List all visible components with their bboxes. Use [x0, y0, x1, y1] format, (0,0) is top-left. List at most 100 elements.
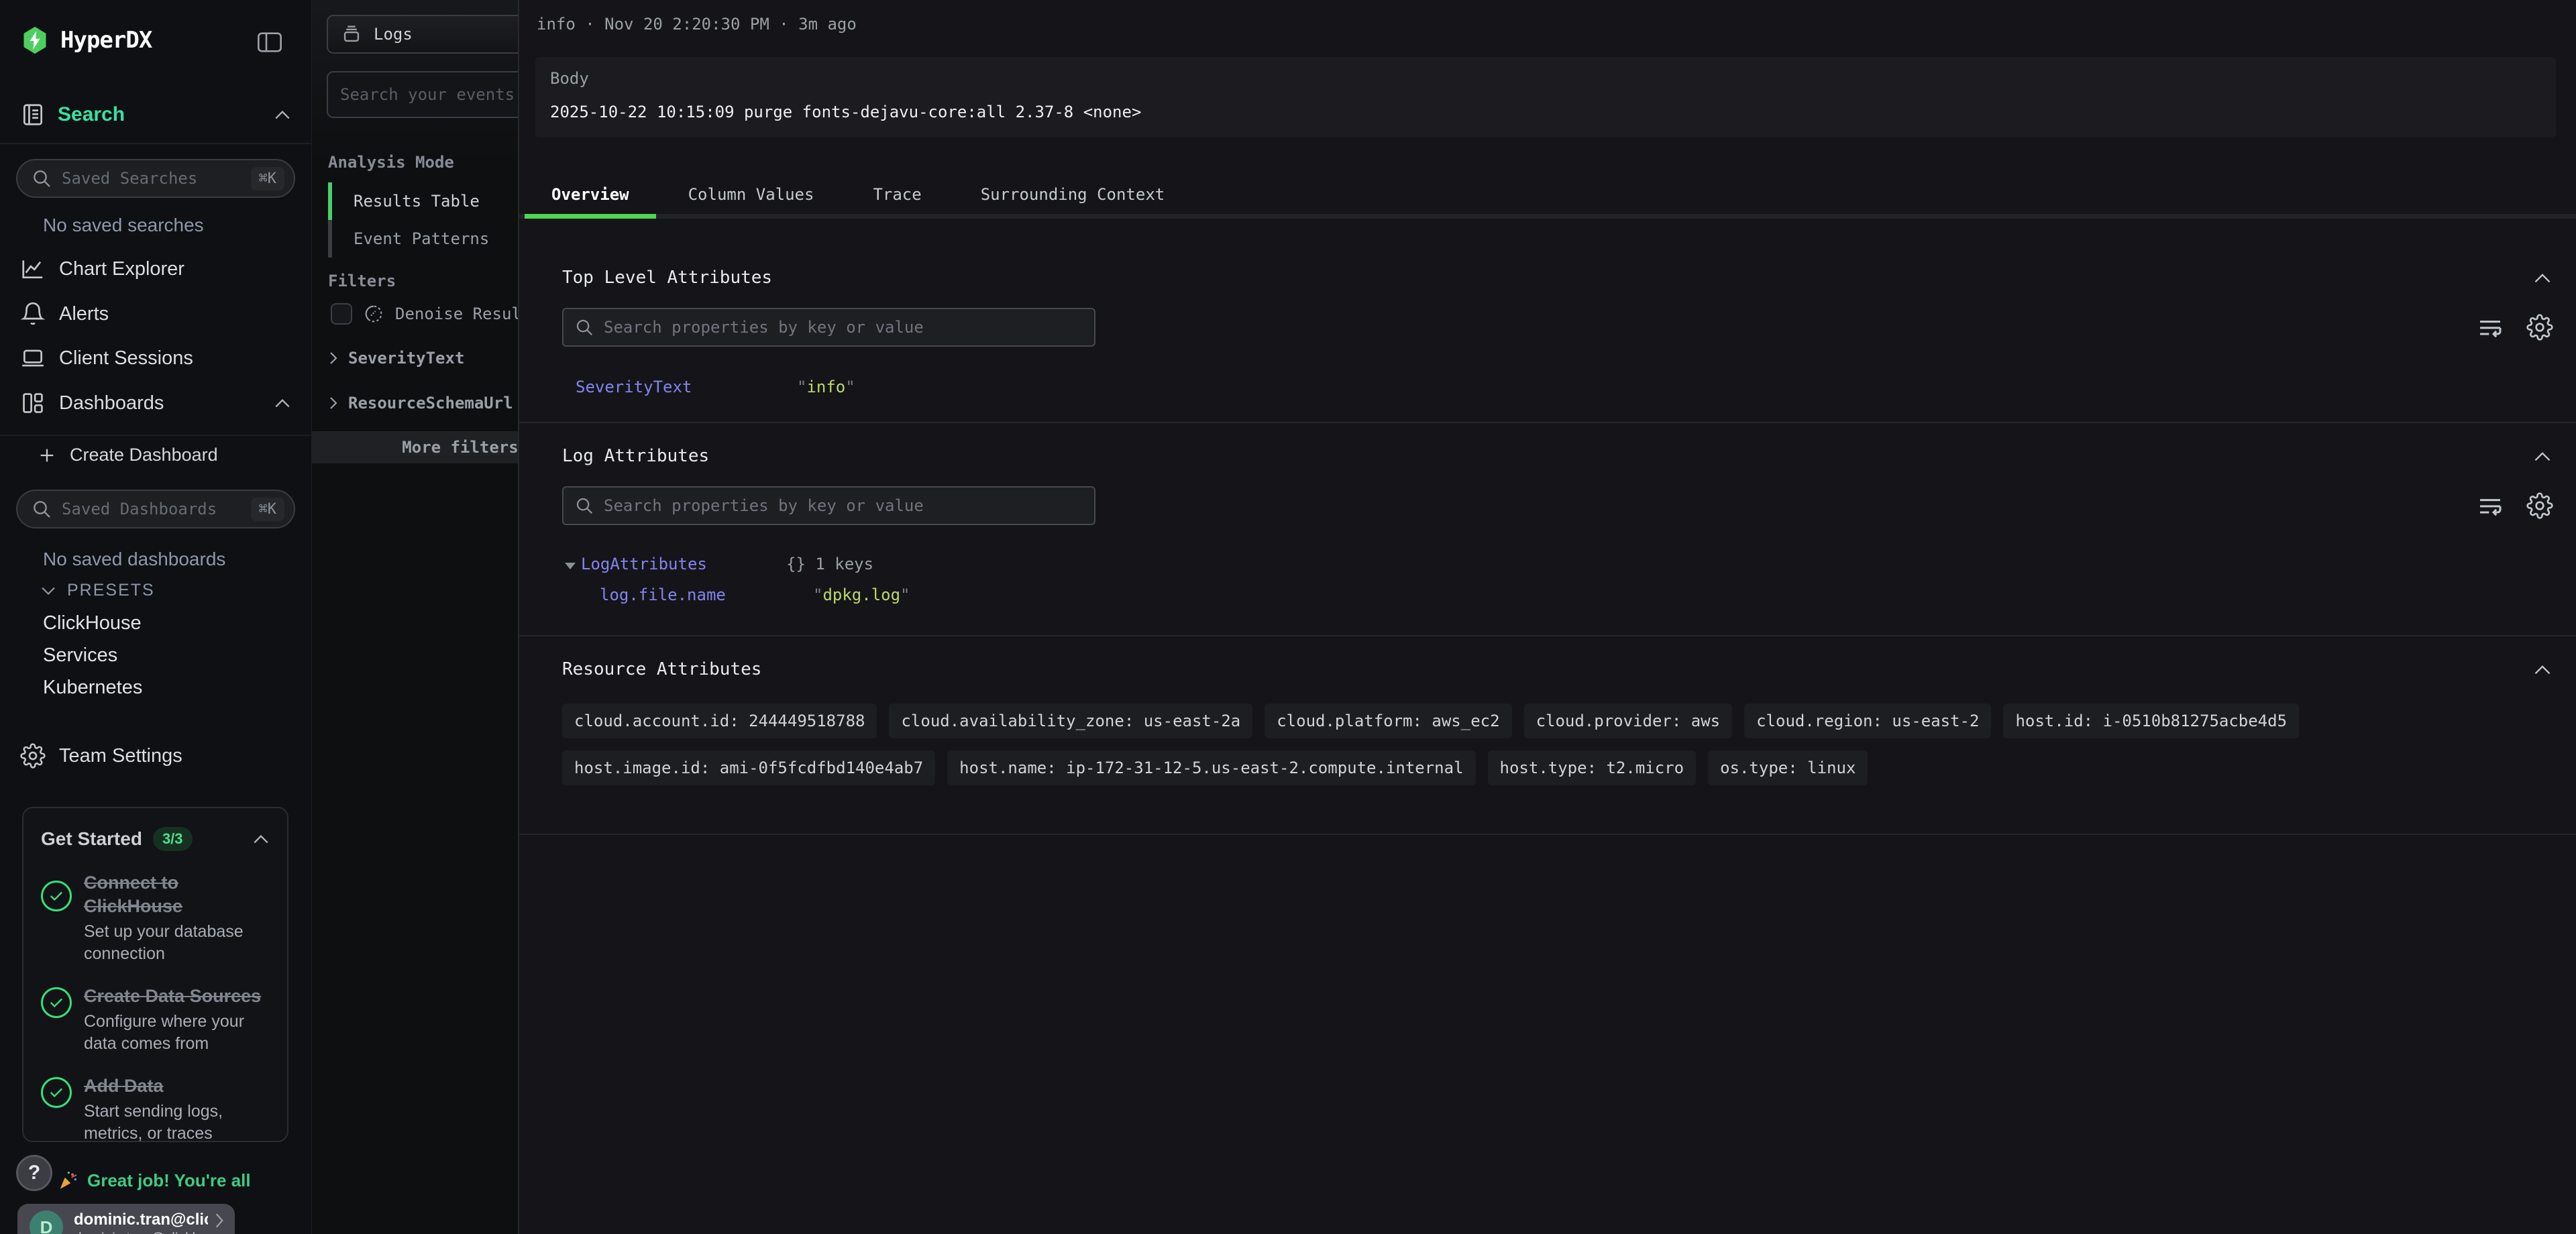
resource-pill[interactable]: cloud.provider: aws	[1524, 704, 1733, 738]
sidebar-item-alerts[interactable]: Alerts	[20, 298, 291, 329]
resource-pill[interactable]: host.type: t2.micro	[1488, 750, 1697, 785]
help-button[interactable]: ?	[16, 1155, 52, 1191]
get-started-step-add-data[interactable]: Add Data Start sending logs, metrics, or…	[41, 1074, 270, 1144]
user-menu[interactable]: D dominic.tran@clic... dominic.tran@clic…	[17, 1204, 235, 1234]
resource-pill[interactable]: cloud.platform: aws_ec2	[1265, 704, 1511, 738]
chevron-down-icon	[40, 585, 56, 596]
get-started-step-connect[interactable]: Connect to ClickHouse Set up your databa…	[41, 871, 270, 964]
sidebar-item-search[interactable]: Search	[20, 102, 291, 127]
attribute-value[interactable]: "info"	[797, 378, 855, 396]
resource-pill[interactable]: cloud.region: us-east-2	[1744, 704, 1991, 738]
divider	[0, 435, 311, 436]
attribute-row: SeverityText "info"	[576, 378, 2556, 396]
saved-dashboards-input[interactable]	[62, 500, 241, 518]
preset-kubernetes[interactable]: Kubernetes	[43, 677, 142, 699]
chevron-up-icon[interactable]	[274, 109, 291, 120]
filter-group-resourceschemaurl[interactable]: ResourceSchemaUrl	[328, 394, 513, 412]
journal-icon	[20, 102, 46, 127]
section-title: Log Attributes	[562, 446, 709, 466]
gear-icon[interactable]	[2524, 311, 2556, 343]
sidebar-item-chart-explorer[interactable]: Chart Explorer	[20, 254, 291, 284]
body-content: 2025-10-22 10:15:09 purge fonts-dejavu-c…	[550, 103, 2541, 121]
nav-label: Chart Explorer	[59, 258, 184, 280]
create-dashboard-button[interactable]: Create Dashboard	[38, 445, 218, 465]
step-desc: Start sending logs, metrics, or traces	[84, 1101, 270, 1144]
chevron-right-icon	[328, 350, 339, 366]
bell-icon	[20, 301, 46, 327]
resource-pill[interactable]: cloud.account.id: 244449518788	[562, 704, 877, 738]
attribute-key[interactable]: LogAttributes	[565, 555, 786, 573]
chevron-up-icon[interactable]	[274, 398, 291, 408]
resource-pill-list: cloud.account.id: 244449518788 cloud.ava…	[562, 704, 2556, 785]
tab-overview[interactable]: Overview	[525, 174, 656, 214]
wrap-lines-icon[interactable]	[2474, 490, 2506, 522]
search-icon	[574, 317, 594, 337]
app-logo[interactable]: HyperDX	[20, 25, 152, 55]
tab-surrounding-context[interactable]: Surrounding Context	[954, 174, 1192, 214]
resource-pill[interactable]: host.image.id: ami-0f5fcdfbd140e4ab7	[562, 750, 935, 785]
top-level-search-input[interactable]	[604, 318, 1083, 337]
resource-pill[interactable]: cloud.availability_zone: us-east-2a	[889, 704, 1252, 738]
log-attrs-search-box[interactable]	[562, 486, 1095, 525]
avatar: D	[30, 1211, 63, 1234]
top-level-search-box[interactable]	[562, 308, 1095, 347]
hyperdx-logo-icon	[20, 25, 50, 55]
log-attrs-search-input[interactable]	[604, 496, 1083, 515]
filter-group-severitytext[interactable]: SeverityText	[328, 349, 464, 368]
preset-clickhouse[interactable]: ClickHouse	[43, 612, 142, 634]
saved-searches-search[interactable]: ⌘K	[16, 159, 295, 198]
get-started-title: Get Started	[41, 828, 142, 850]
check-circle-icon	[41, 987, 72, 1018]
event-header: info · Nov 20 2:20:30 PM · 3m ago	[537, 15, 857, 34]
resource-pill[interactable]: os.type: linux	[1708, 750, 1868, 785]
sidebar-item-dashboards[interactable]: Dashboards	[20, 388, 291, 418]
tab-column-values[interactable]: Column Values	[661, 174, 841, 214]
tab-trace[interactable]: Trace	[846, 174, 948, 214]
logs-source-icon	[340, 23, 363, 46]
denoise-results-toggle[interactable]: Denoise Results	[331, 303, 541, 325]
step-title: Add Data	[84, 1074, 270, 1098]
saved-dashboards-search[interactable]: ⌘K	[16, 490, 295, 528]
preset-services[interactable]: Services	[43, 644, 117, 667]
attribute-key[interactable]: log.file.name	[600, 585, 813, 604]
wrap-lines-icon[interactable]	[2474, 311, 2506, 343]
party-popper-icon	[56, 1169, 79, 1192]
team-settings-label: Team Settings	[59, 745, 182, 767]
sidebar-collapse-icon[interactable]	[256, 31, 283, 54]
denoise-icon	[363, 303, 384, 325]
collapse-section-button[interactable]	[2529, 660, 2556, 679]
step-desc: Set up your database connection	[84, 921, 270, 964]
get-started-step-datasources[interactable]: Create Data Sources Configure where your…	[41, 985, 270, 1054]
section-resource-attributes: Resource Attributes cloud.account.id: 24…	[519, 636, 2576, 835]
overview-sections: Top Level Attributes	[519, 223, 2576, 1234]
filter-group-label: SeverityText	[348, 349, 464, 368]
detail-tabs: Overview Column Values Trace Surrounding…	[519, 174, 2576, 219]
attribute-meta: {} 1 keys	[786, 555, 873, 573]
nav-label: Dashboards	[59, 392, 164, 414]
collapse-triangle-icon	[565, 563, 576, 569]
sidebar-item-client-sessions[interactable]: Client Sessions	[20, 343, 291, 374]
collapse-section-button[interactable]	[2529, 268, 2556, 288]
resource-pill[interactable]: host.id: i-0510b81275acbe4d5	[2003, 704, 2299, 738]
resource-pill[interactable]: host.name: ip-172-31-12-5.us-east-2.comp…	[947, 750, 1475, 785]
chevron-up-icon[interactable]	[252, 834, 270, 844]
chevron-right-icon	[213, 1212, 225, 1229]
attribute-key[interactable]: SeverityText	[576, 378, 797, 396]
attribute-value[interactable]: "dpkg.log"	[813, 585, 910, 604]
check-circle-icon	[41, 881, 72, 911]
collapse-section-button[interactable]	[2529, 447, 2556, 466]
gear-icon[interactable]	[2524, 490, 2556, 522]
step-title: Connect to ClickHouse	[84, 871, 270, 918]
step-title: Create Data Sources	[84, 985, 270, 1008]
sidebar-item-team-settings[interactable]: Team Settings	[20, 743, 182, 769]
get-started-progress-badge: 3/3	[153, 827, 193, 851]
app-title: HyperDX	[60, 27, 152, 54]
filters-label: Filters	[328, 272, 396, 290]
saved-searches-input[interactable]	[62, 169, 241, 188]
section-title: Top Level Attributes	[562, 268, 772, 288]
denoise-checkbox[interactable]	[331, 303, 352, 325]
dashboard-icon	[20, 390, 46, 416]
body-label: Body	[550, 69, 2541, 88]
sidebar: HyperDX Search ⌘K No saved	[0, 0, 312, 1234]
presets-toggle[interactable]: PRESETS	[40, 581, 155, 600]
